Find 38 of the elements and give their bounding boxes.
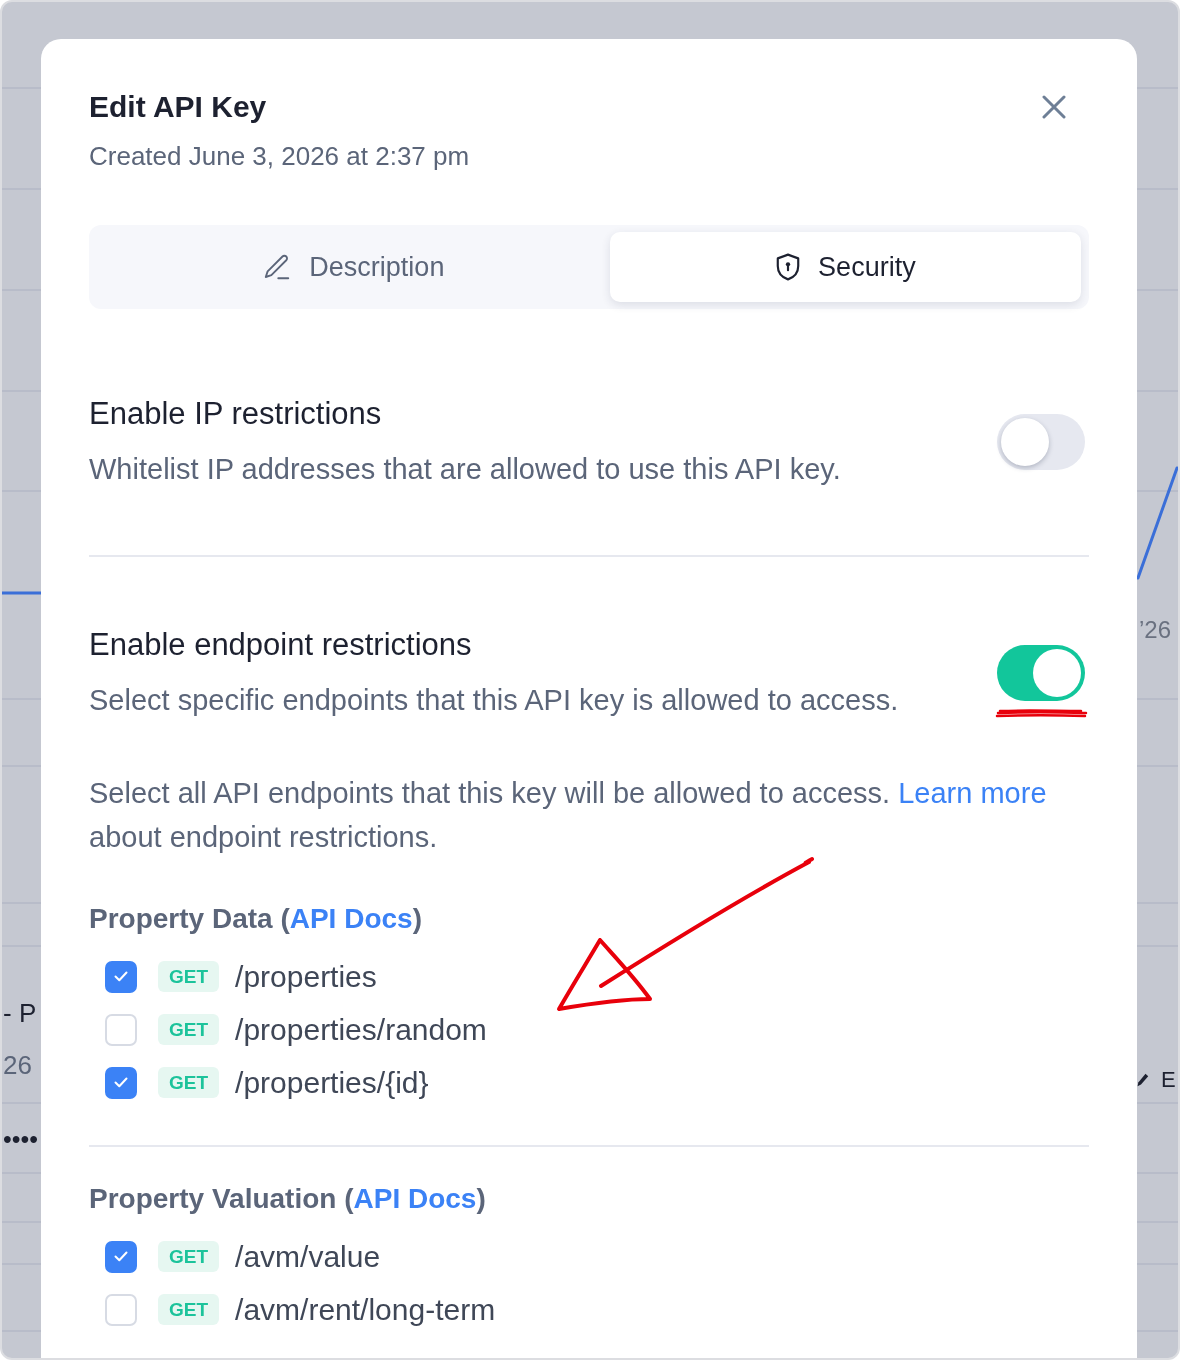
help-text: Select all API endpoints that this key will be allowed to access. Learn more about endpoint restrictions. [89, 776, 1048, 855]
setting-title: Enable endpoint restrictions [89, 626, 472, 664]
method-badge: GET [158, 1241, 220, 1272]
shield-icon [775, 253, 802, 281]
created-date: Created June 3, 2026 at 2:37 pm [89, 140, 470, 172]
endpoint-path: /properties [235, 958, 377, 995]
axis-label: ’26 [1139, 615, 1172, 645]
api-docs-link[interactable]: API Docs [289, 903, 413, 934]
cell-text: 26 [2, 1050, 32, 1080]
tab[interactable]: Security [609, 232, 1081, 302]
checkmark-icon [114, 1251, 128, 1262]
masked-text: •••• [2, 1124, 38, 1155]
checkbox[interactable] [105, 960, 137, 993]
method-badge: GET [158, 961, 220, 992]
checkmark-icon [114, 1077, 128, 1088]
tab[interactable]: Description [97, 232, 610, 302]
section-heading: Property Data (API Docs) [89, 902, 422, 936]
checkbox[interactable] [105, 1066, 137, 1099]
cell-text: - P [2, 997, 37, 1029]
endpoint-path: /avm/rent/long-term [235, 1291, 496, 1328]
checkmark-icon [114, 971, 128, 982]
chart-line [2, 591, 41, 595]
dialog-title: Edit API Key [89, 89, 268, 125]
checkbox[interactable] [105, 1240, 137, 1273]
setting-description: Whitelist IP addresses that are allowed to use this API key. [89, 452, 841, 487]
section-heading: Property Valuation (API Docs) [89, 1182, 486, 1216]
method-badge: GET [158, 1067, 220, 1098]
method-badge: GET [158, 1014, 220, 1045]
api-docs-link[interactable]: API Docs [353, 1183, 477, 1214]
setting-title: Enable IP restrictions [89, 395, 382, 433]
edit-link[interactable]: E [1137, 1065, 1176, 1095]
close-icon [1042, 95, 1066, 119]
endpoint-path: /avm/value [235, 1238, 381, 1275]
learn-more-link[interactable]: Learn more [898, 777, 1047, 809]
endpoint-path: /properties/random [235, 1011, 487, 1048]
setting-description: Select specific endpoints that this API key is allowed to access. [89, 683, 899, 718]
method-badge: GET [158, 1294, 220, 1325]
endpoint-path: /properties/{id} [235, 1064, 429, 1101]
